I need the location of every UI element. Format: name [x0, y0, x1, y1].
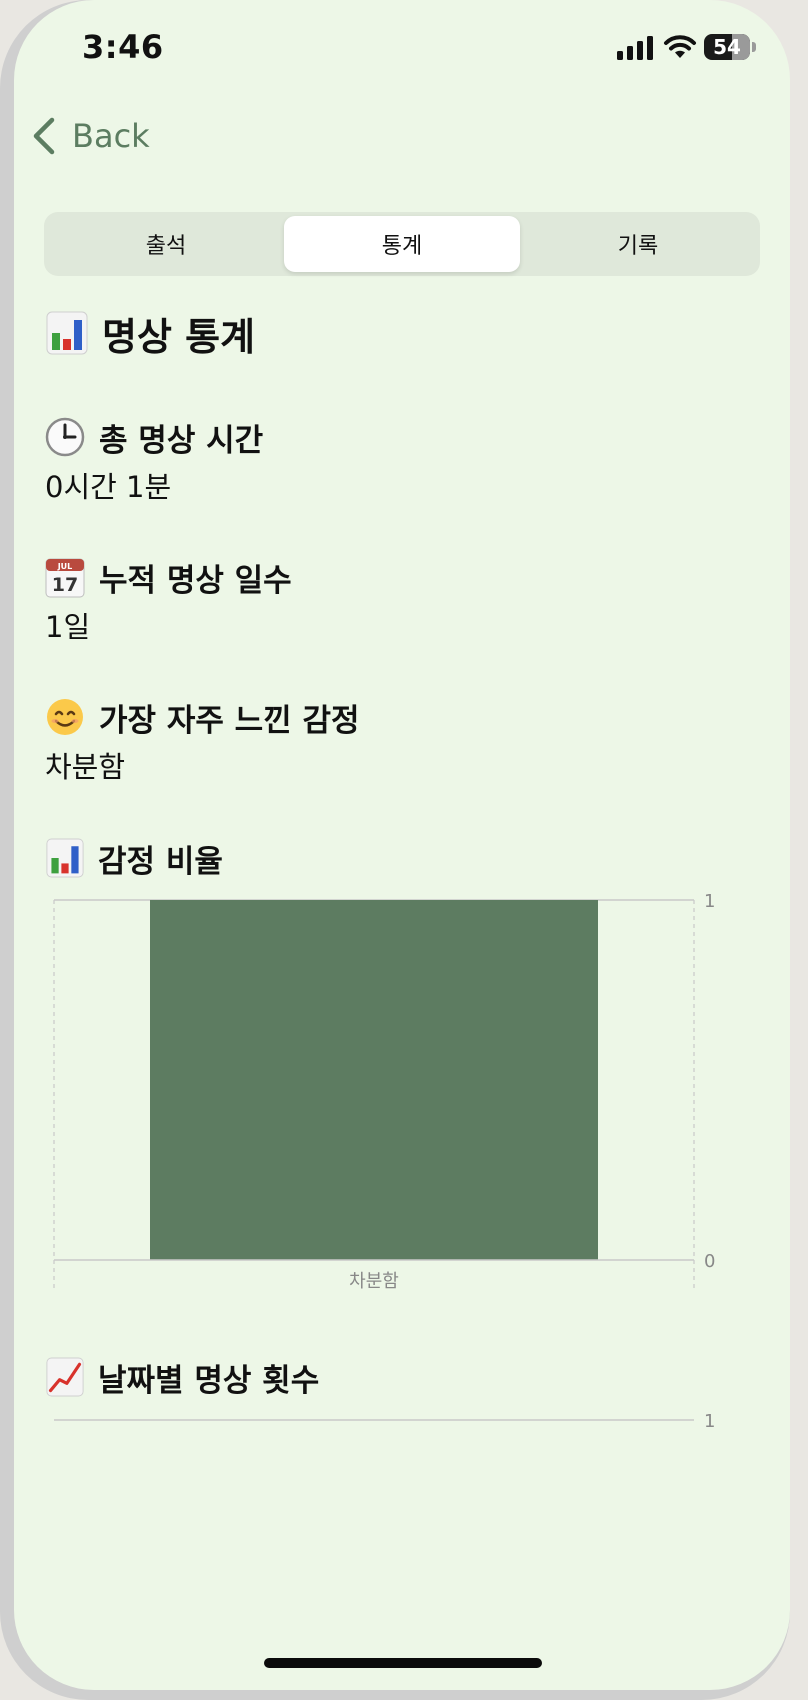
- daily-line-chart: 1: [54, 1411, 715, 1432]
- wifi-icon: [664, 35, 696, 58]
- stat-total-days-value: 1일: [45, 610, 91, 644]
- stat-top-emotion: 가장 자주 느낀 감정 차분함: [45, 694, 360, 786]
- segmented-control: 출석 통계 기록: [44, 212, 760, 276]
- stat-top-emotion-label-row: 가장 자주 느낀 감정: [45, 694, 360, 740]
- calendar-icon: JUL 17: [45, 558, 85, 598]
- status-bar: 3:46 54: [14, 0, 790, 90]
- tab-records[interactable]: 기록: [520, 216, 756, 272]
- clock-icon: [45, 417, 85, 457]
- bar-chart-icon: [46, 311, 88, 355]
- emotion-ratio-title-text: 감정 비율: [98, 843, 223, 880]
- y-tick-label: 1: [704, 891, 715, 912]
- tab-statistics[interactable]: 통계: [284, 216, 520, 272]
- status-time: 3:46: [82, 28, 164, 66]
- page-title-text: 명상 통계: [102, 314, 256, 359]
- y-tick-label: 1: [704, 1411, 715, 1432]
- battery-icon: 54: [704, 34, 750, 60]
- bar-chart-icon: [46, 838, 84, 878]
- stat-total-time-label: 총 명상 시간: [99, 422, 264, 459]
- emotion-ratio-title: 감정 비율: [46, 835, 223, 881]
- tab-attendance[interactable]: 출석: [48, 216, 284, 272]
- calendar-month: JUL: [57, 562, 73, 571]
- stat-top-emotion-value: 차분함: [45, 750, 126, 784]
- chart-bar: [150, 900, 598, 1260]
- emotion-bar-chart: 차분함 0 1: [53, 891, 715, 1292]
- back-button[interactable]: Back: [30, 108, 150, 164]
- stat-total-time-label-row: 총 명상 시간: [45, 414, 263, 460]
- stat-total-time-value: 0시간 1분: [45, 470, 172, 504]
- daily-count-title: 날짜별 명상 횟수: [46, 1354, 319, 1400]
- y-tick-label: 0: [704, 1251, 715, 1272]
- stat-total-time: 총 명상 시간 0시간 1분: [45, 414, 263, 506]
- stat-total-days: JUL 17 누적 명상 일수 1일: [45, 554, 292, 646]
- battery-cap: [752, 42, 756, 52]
- stat-top-emotion-label: 가장 자주 느낀 감정: [99, 702, 360, 739]
- app-screen: 3:46 54 Back 출석 통계 기록 명상 통계 총 명상 시간 0시간 …: [14, 0, 790, 1690]
- calendar-day: 17: [52, 574, 78, 596]
- line-chart-icon: [46, 1357, 84, 1397]
- stat-total-days-label-row: JUL 17 누적 명상 일수: [45, 554, 292, 600]
- x-tick-label: 차분함: [349, 1271, 399, 1292]
- battery-level: 54: [713, 35, 741, 59]
- page-title: 명상 통계: [46, 303, 255, 363]
- smile-icon: [47, 699, 83, 735]
- back-label: Back: [72, 117, 150, 155]
- signal-icon: [617, 36, 653, 60]
- chevron-left-icon: [33, 117, 55, 155]
- stat-total-days-label: 누적 명상 일수: [99, 562, 292, 599]
- home-indicator: [264, 1658, 542, 1668]
- daily-count-title-text: 날짜별 명상 횟수: [98, 1362, 320, 1399]
